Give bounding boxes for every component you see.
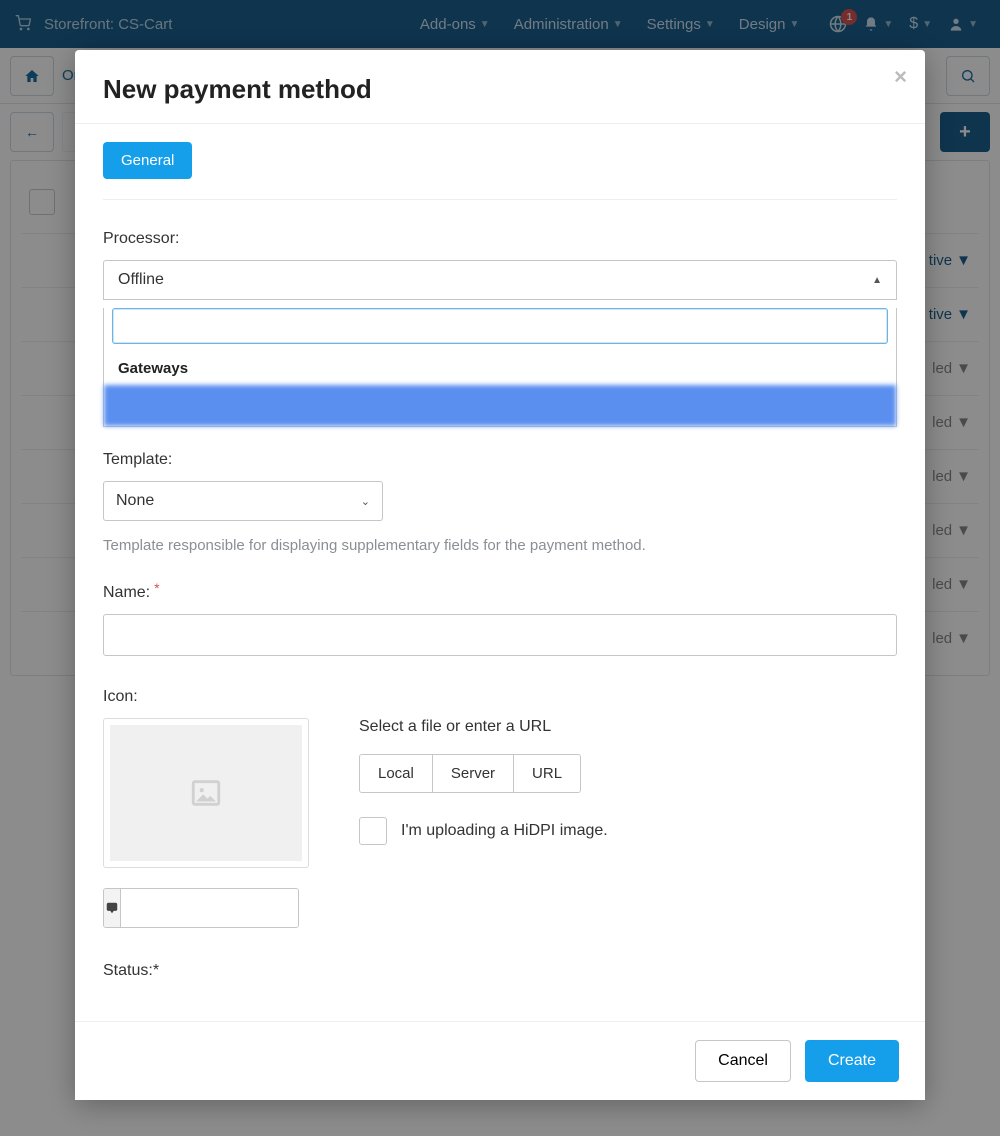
close-icon[interactable]: × — [894, 64, 907, 90]
hidpi-label: I'm uploading a HiDPI image. — [401, 822, 608, 840]
chevron-up-icon: ▲ — [872, 275, 882, 286]
hidpi-checkbox[interactable] — [359, 817, 387, 845]
cancel-button[interactable]: Cancel — [695, 1040, 791, 1082]
processor-search-wrap — [112, 308, 888, 344]
processor-search-input[interactable] — [112, 308, 888, 344]
processor-select[interactable]: Offline ▲ — [103, 260, 897, 300]
upload-source-segment: Local Server URL — [359, 754, 581, 793]
create-button[interactable]: Create — [805, 1040, 899, 1082]
icon-dropzone[interactable] — [103, 718, 309, 868]
name-input[interactable] — [103, 614, 897, 656]
template-help-text: Template responsible for displaying supp… — [103, 537, 897, 554]
modal-title: New payment method — [103, 74, 897, 105]
processor-selected-value: Offline — [118, 271, 164, 289]
processor-label: Processor: — [103, 230, 897, 248]
divider — [103, 199, 897, 200]
processor-dropdown: Gateways — [103, 308, 897, 427]
dropdown-option-highlighted[interactable] — [104, 385, 896, 426]
hidpi-row: I'm uploading a HiDPI image. — [359, 817, 897, 845]
name-label: Name:* — [103, 584, 897, 602]
template-label: Template: — [103, 451, 897, 469]
icon-alt-input-group — [103, 888, 299, 928]
image-placeholder-icon — [186, 776, 226, 810]
status-label: Status:* — [103, 962, 897, 980]
upload-server-button[interactable]: Server — [433, 755, 514, 792]
upload-url-button[interactable]: URL — [514, 755, 580, 792]
upload-title: Select a file or enter a URL — [359, 718, 897, 736]
new-payment-modal: New payment method × General Processor: … — [75, 50, 925, 1100]
modal-header: New payment method × — [75, 50, 925, 123]
icon-alt-input[interactable] — [121, 889, 299, 927]
icon-label: Icon: — [103, 688, 897, 706]
modal-body: General Processor: Offline ▲ Gateways Te… — [75, 123, 925, 1022]
template-select[interactable]: None ⌄ — [103, 481, 383, 521]
icon-section: Select a file or enter a URL Local Serve… — [103, 718, 897, 868]
modal-footer: Cancel Create — [75, 1022, 925, 1100]
dropdown-group-gateways: Gateways — [104, 352, 896, 385]
speech-bubble-icon — [104, 889, 121, 927]
tab-general[interactable]: General — [103, 142, 192, 179]
template-selected-value: None — [116, 492, 154, 510]
upload-local-button[interactable]: Local — [360, 755, 433, 792]
chevron-down-icon: ⌄ — [361, 495, 370, 508]
